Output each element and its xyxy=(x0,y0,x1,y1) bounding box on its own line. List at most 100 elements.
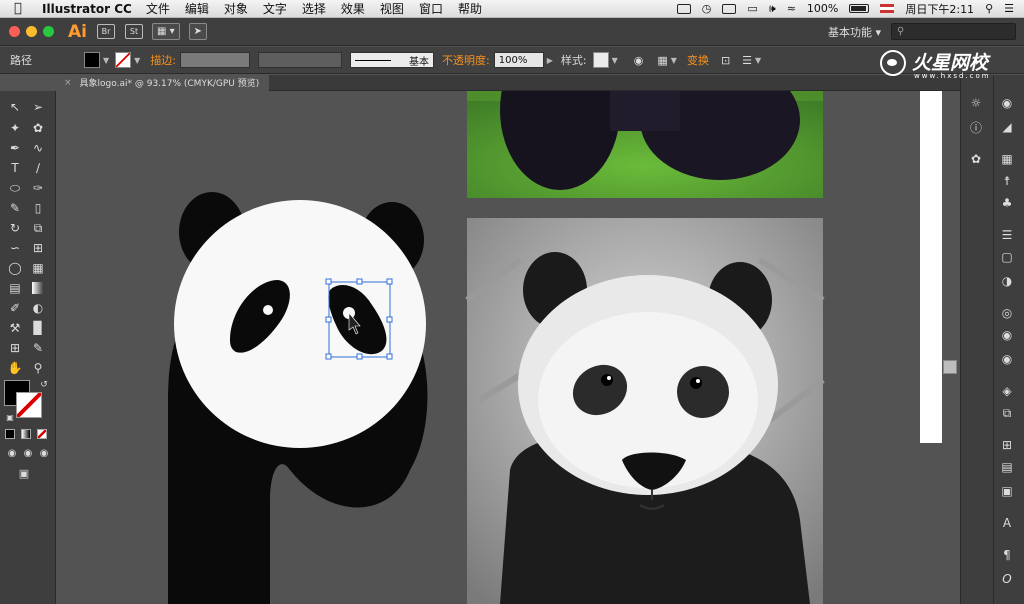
app-name-menu[interactable]: Illustrator CC xyxy=(42,2,132,16)
pathfinder-icon[interactable]: ▣ xyxy=(996,481,1018,501)
clock[interactable]: 周日下午2:11 xyxy=(905,1,974,17)
arrange-documents-button[interactable]: ▦ ▾ xyxy=(151,23,180,40)
graphic-style-swatch[interactable] xyxy=(592,52,609,68)
document-tab[interactable]: × 具象logo.ai* @ 93.17% (CMYK/GPU 预览) xyxy=(56,74,270,91)
apple-icon[interactable]:  xyxy=(14,1,34,16)
opacity-label[interactable]: 不透明度: xyxy=(442,52,490,68)
menu-effect[interactable]: 效果 xyxy=(341,0,365,17)
color-guide-icon[interactable]: ◢ xyxy=(996,117,1018,137)
scale-icon[interactable]: ⧉ xyxy=(28,218,48,238)
chevron-down-icon[interactable]: ▼ xyxy=(671,56,677,65)
chevron-down-icon[interactable]: ▼ xyxy=(134,56,140,65)
pencil-icon[interactable]: ✎ xyxy=(5,198,25,218)
paintbrush-icon[interactable]: ✑ xyxy=(28,178,48,198)
stroke-weight-field[interactable] xyxy=(180,52,251,68)
wifi-icon[interactable]: ≈ xyxy=(787,2,796,15)
reference-photo-color[interactable] xyxy=(467,91,823,198)
gradient-mode-icon[interactable] xyxy=(21,429,31,439)
menu-edit[interactable]: 编辑 xyxy=(185,0,209,17)
airplay-icon[interactable]: ▭ xyxy=(747,2,757,15)
info-icon[interactable]: ⓘ xyxy=(965,117,987,137)
search-input[interactable]: ⚲ xyxy=(891,23,1016,40)
pen-tool-icon[interactable]: ✒ xyxy=(5,138,25,158)
mesh-icon[interactable]: ▤ xyxy=(5,278,25,298)
rotate-icon[interactable]: ↻ xyxy=(5,218,25,238)
scrollbar-thumb[interactable] xyxy=(943,360,957,374)
stroke-label[interactable]: 描边: xyxy=(150,52,176,68)
draw-inside-icon[interactable]: ◉ xyxy=(34,443,54,463)
canvas-scroll-area[interactable] xyxy=(920,91,942,443)
selection-tool-icon[interactable]: ↖ xyxy=(5,97,25,117)
transform-panel-icon[interactable]: ⊞ xyxy=(996,435,1018,455)
hand-icon[interactable]: ✋ xyxy=(5,358,25,378)
align-panel-icon[interactable]: ▤ xyxy=(996,457,1018,477)
isolate-icon[interactable]: ⊡ xyxy=(721,54,730,67)
list-menu-icon[interactable]: ☰ xyxy=(1004,2,1014,15)
opacity-field[interactable]: 100% xyxy=(493,52,544,68)
zoom-window-button[interactable] xyxy=(43,26,54,37)
none-mode-icon[interactable] xyxy=(37,429,47,439)
navigator-icon[interactable]: ✿ xyxy=(965,149,987,169)
character-icon[interactable]: A xyxy=(996,513,1018,533)
transform-label[interactable]: 变换 xyxy=(687,52,709,68)
color-mode-icon[interactable] xyxy=(5,429,15,439)
layers-icon[interactable]: ◈ xyxy=(996,381,1018,401)
gradient-icon[interactable] xyxy=(28,278,48,298)
eyedropper-icon[interactable]: ✐ xyxy=(5,298,25,318)
blend-icon[interactable]: ◐ xyxy=(28,298,48,318)
fill-swatch[interactable] xyxy=(84,52,100,68)
transparency-icon[interactable]: ◑ xyxy=(996,271,1018,291)
ellipse-tool-icon[interactable]: ⬭ xyxy=(5,178,25,198)
brightness-icon[interactable]: ☼ xyxy=(965,93,987,113)
paragraph-icon[interactable]: ¶ xyxy=(996,545,1018,565)
curvature-icon[interactable]: ∿ xyxy=(28,138,48,158)
appearance-icon[interactable]: ◎ xyxy=(996,303,1018,323)
chevron-right-icon[interactable]: ▶ xyxy=(547,56,553,65)
battery-icon[interactable] xyxy=(849,4,870,13)
symbol-sprayer-icon[interactable]: ⚒ xyxy=(5,318,25,338)
menu-window[interactable]: 窗口 xyxy=(419,0,443,17)
stroke-swatch[interactable] xyxy=(115,52,132,68)
align-icon[interactable]: ▦ xyxy=(657,54,667,67)
toggle-icon[interactable] xyxy=(722,3,737,14)
chevron-down-icon[interactable]: ▼ xyxy=(103,56,109,65)
menu-object[interactable]: 对象 xyxy=(224,0,248,17)
line-tool-icon[interactable]: ∕ xyxy=(28,158,48,178)
color-icon[interactable]: ◉ xyxy=(996,93,1018,113)
swatches-icon[interactable]: ▦ xyxy=(996,149,1018,169)
column-graph-icon[interactable]: ▉ xyxy=(28,318,48,338)
minimize-window-button[interactable] xyxy=(26,26,37,37)
shape-builder-icon[interactable]: ◯ xyxy=(5,258,25,278)
warp-icon[interactable]: ∽ xyxy=(5,238,25,258)
panda-vector-logo[interactable] xyxy=(168,192,428,604)
artboard-icon[interactable]: ⊞ xyxy=(5,338,25,358)
gradient-panel-icon[interactable]: ▢ xyxy=(996,247,1018,267)
stock-button[interactable]: St xyxy=(124,24,143,39)
chevron-down-icon[interactable]: ▼ xyxy=(755,56,761,65)
close-tab-icon[interactable]: × xyxy=(64,78,72,88)
brushes-icon[interactable]: ☨ xyxy=(996,171,1018,191)
type-tool-icon[interactable]: T xyxy=(5,158,25,178)
symbols-icon[interactable]: ♣ xyxy=(996,193,1018,213)
swap-fill-stroke-icon[interactable]: ↺ xyxy=(34,375,54,395)
reference-photo-grayscale[interactable] xyxy=(465,218,825,604)
variable-width-field[interactable] xyxy=(258,52,343,68)
free-transform-icon[interactable]: ⊞ xyxy=(28,238,48,258)
graphic-styles-icon[interactable]: ◉ xyxy=(996,325,1018,345)
gpu-performance-button[interactable]: ➤ xyxy=(188,23,208,40)
artboards-icon[interactable]: ⧉ xyxy=(996,403,1018,423)
screen-mode-icon[interactable]: ▣ xyxy=(14,463,34,483)
default-colors-icon[interactable]: ▣ xyxy=(0,407,20,427)
direct-selection-tool-icon[interactable]: ➢ xyxy=(28,97,48,117)
menu-type[interactable]: 文字 xyxy=(263,0,287,17)
search-spotlight-icon[interactable]: ⚲ xyxy=(985,2,993,15)
bridge-button[interactable]: Br xyxy=(96,24,115,39)
chevron-down-icon[interactable]: ▼ xyxy=(612,56,618,65)
artboard-canvas[interactable] xyxy=(56,91,960,604)
stroke-panel-icon[interactable]: ☰ xyxy=(996,225,1018,245)
flag-icon[interactable] xyxy=(880,4,895,13)
eraser-icon[interactable]: ▯ xyxy=(28,198,48,218)
lasso-icon[interactable]: ✿ xyxy=(28,118,48,138)
menu-file[interactable]: 文件 xyxy=(146,0,170,17)
perspective-grid-icon[interactable]: ▦ xyxy=(28,258,48,278)
